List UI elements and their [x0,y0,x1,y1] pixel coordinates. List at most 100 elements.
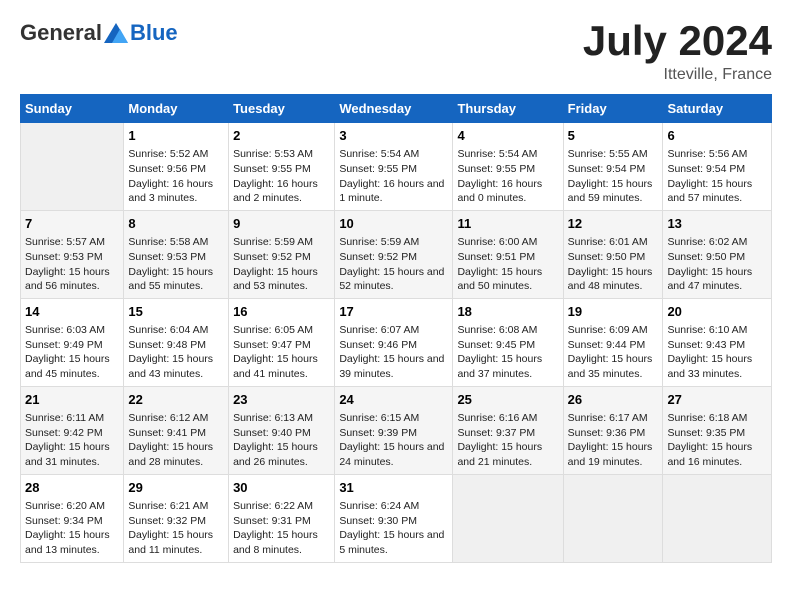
table-row [663,474,772,562]
col-wednesday: Wednesday [335,95,453,123]
day-number: 5 [568,127,659,145]
col-monday: Monday [124,95,229,123]
day-info: Sunrise: 6:05 AMSunset: 9:47 PMDaylight:… [233,323,330,382]
day-number: 12 [568,215,659,233]
day-info: Sunrise: 6:02 AMSunset: 9:50 PMDaylight:… [667,235,767,294]
logo: General Blue [20,20,178,46]
day-number: 7 [25,215,119,233]
table-row: 16 Sunrise: 6:05 AMSunset: 9:47 PMDayligh… [229,298,335,386]
calendar-week-row: 21Sunrise: 6:11 AMSunset: 9:42 PMDayligh… [21,386,772,474]
table-row: 11 Sunrise: 6:00 AMSunset: 9:51 PMDayligh… [453,210,563,298]
table-row: 27Sunrise: 6:18 AMSunset: 9:35 PMDayligh… [663,386,772,474]
day-info: Sunrise: 5:54 AMSunset: 9:55 PMDaylight:… [457,147,558,206]
day-info: Sunrise: 6:08 AMSunset: 9:45 PMDaylight:… [457,323,558,382]
calendar-title: July 2024 [583,20,772,62]
logo-icon [104,23,128,43]
day-number: 11 [457,215,558,233]
page-header: General Blue July 2024 Itteville, France [20,20,772,84]
day-number: 3 [339,127,448,145]
table-row: 7 Sunrise: 5:57 AMSunset: 9:53 PMDaylight… [21,210,124,298]
day-info: Sunrise: 6:21 AMSunset: 9:32 PMDaylight:… [128,499,224,558]
day-number: 26 [568,391,659,409]
table-row: 24 Sunrise: 6:15 AMSunset: 9:39 PMDayligh… [335,386,453,474]
day-info: Sunrise: 6:09 AMSunset: 9:44 PMDaylight:… [568,323,659,382]
day-number: 17 [339,303,448,321]
day-info: Sunrise: 6:00 AMSunset: 9:51 PMDaylight:… [457,235,558,294]
day-info: Sunrise: 5:59 AMSunset: 9:52 PMDaylight:… [233,235,330,294]
col-friday: Friday [563,95,663,123]
logo-general-text: General [20,20,102,46]
day-number: 25 [457,391,558,409]
table-row: 1 Sunrise: 5:52 AMSunset: 9:56 PMDaylight… [124,123,229,211]
col-saturday: Saturday [663,95,772,123]
table-row: 9 Sunrise: 5:59 AMSunset: 9:52 PMDaylight… [229,210,335,298]
day-info: Sunrise: 6:12 AMSunset: 9:41 PMDaylight:… [128,411,224,470]
day-info: Sunrise: 6:03 AMSunset: 9:49 PMDaylight:… [25,323,119,382]
day-number: 14 [25,303,119,321]
calendar-week-row: 7 Sunrise: 5:57 AMSunset: 9:53 PMDaylight… [21,210,772,298]
day-number: 24 [339,391,448,409]
table-row: 28Sunrise: 6:20 AMSunset: 9:34 PMDayligh… [21,474,124,562]
day-info: Sunrise: 6:22 AMSunset: 9:31 PMDaylight:… [233,499,330,558]
table-row: 12Sunrise: 6:01 AMSunset: 9:50 PMDayligh… [563,210,663,298]
day-number: 27 [667,391,767,409]
day-info: Sunrise: 5:53 AMSunset: 9:55 PMDaylight:… [233,147,330,206]
table-row: 22 Sunrise: 6:12 AMSunset: 9:41 PMDayligh… [124,386,229,474]
table-row [563,474,663,562]
day-number: 1 [128,127,224,145]
table-row: 26 Sunrise: 6:17 AMSunset: 9:36 PMDayligh… [563,386,663,474]
title-block: July 2024 Itteville, France [583,20,772,84]
calendar-table: Sunday Monday Tuesday Wednesday Thursday… [20,94,772,563]
header-row: Sunday Monday Tuesday Wednesday Thursday… [21,95,772,123]
table-row: 18 Sunrise: 6:08 AMSunset: 9:45 PMDayligh… [453,298,563,386]
day-info: Sunrise: 6:13 AMSunset: 9:40 PMDaylight:… [233,411,330,470]
day-info: Sunrise: 6:20 AMSunset: 9:34 PMDaylight:… [25,499,119,558]
table-row: 20 Sunrise: 6:10 AMSunset: 9:43 PMDayligh… [663,298,772,386]
day-number: 16 [233,303,330,321]
table-row: 8Sunrise: 5:58 AMSunset: 9:53 PMDaylight… [124,210,229,298]
day-number: 15 [128,303,224,321]
calendar-week-row: 14 Sunrise: 6:03 AMSunset: 9:49 PMDayligh… [21,298,772,386]
day-number: 9 [233,215,330,233]
day-number: 23 [233,391,330,409]
day-info: Sunrise: 6:04 AMSunset: 9:48 PMDaylight:… [128,323,224,382]
day-info: Sunrise: 5:55 AMSunset: 9:54 PMDaylight:… [568,147,659,206]
day-info: Sunrise: 6:17 AMSunset: 9:36 PMDaylight:… [568,411,659,470]
calendar-week-row: 1 Sunrise: 5:52 AMSunset: 9:56 PMDaylight… [21,123,772,211]
col-tuesday: Tuesday [229,95,335,123]
table-row: 13Sunrise: 6:02 AMSunset: 9:50 PMDayligh… [663,210,772,298]
table-row: 30Sunrise: 6:22 AMSunset: 9:31 PMDayligh… [229,474,335,562]
col-thursday: Thursday [453,95,563,123]
table-row [21,123,124,211]
day-number: 20 [667,303,767,321]
col-sunday: Sunday [21,95,124,123]
calendar-location: Itteville, France [583,66,772,84]
calendar-body: 1 Sunrise: 5:52 AMSunset: 9:56 PMDaylight… [21,123,772,563]
day-number: 4 [457,127,558,145]
day-info: Sunrise: 5:57 AMSunset: 9:53 PMDaylight:… [25,235,119,294]
day-number: 2 [233,127,330,145]
day-number: 22 [128,391,224,409]
day-number: 10 [339,215,448,233]
day-info: Sunrise: 6:10 AMSunset: 9:43 PMDaylight:… [667,323,767,382]
table-row: 15 Sunrise: 6:04 AMSunset: 9:48 PMDayligh… [124,298,229,386]
day-info: Sunrise: 6:11 AMSunset: 9:42 PMDaylight:… [25,411,119,470]
day-number: 29 [128,479,224,497]
table-row: 6Sunrise: 5:56 AMSunset: 9:54 PMDaylight… [663,123,772,211]
day-number: 18 [457,303,558,321]
table-row: 3Sunrise: 5:54 AMSunset: 9:55 PMDaylight… [335,123,453,211]
calendar-week-row: 28Sunrise: 6:20 AMSunset: 9:34 PMDayligh… [21,474,772,562]
day-info: Sunrise: 6:15 AMSunset: 9:39 PMDaylight:… [339,411,448,470]
day-info: Sunrise: 5:52 AMSunset: 9:56 PMDaylight:… [128,147,224,206]
table-row: 21Sunrise: 6:11 AMSunset: 9:42 PMDayligh… [21,386,124,474]
table-row: 4 Sunrise: 5:54 AMSunset: 9:55 PMDaylight… [453,123,563,211]
table-row: 5 Sunrise: 5:55 AMSunset: 9:54 PMDaylight… [563,123,663,211]
day-number: 19 [568,303,659,321]
table-row [453,474,563,562]
logo-blue-text: Blue [130,20,178,46]
day-info: Sunrise: 6:24 AMSunset: 9:30 PMDaylight:… [339,499,448,558]
day-info: Sunrise: 5:59 AMSunset: 9:52 PMDaylight:… [339,235,448,294]
table-row: 23 Sunrise: 6:13 AMSunset: 9:40 PMDayligh… [229,386,335,474]
table-row: 19 Sunrise: 6:09 AMSunset: 9:44 PMDayligh… [563,298,663,386]
table-row: 10 Sunrise: 5:59 AMSunset: 9:52 PMDayligh… [335,210,453,298]
